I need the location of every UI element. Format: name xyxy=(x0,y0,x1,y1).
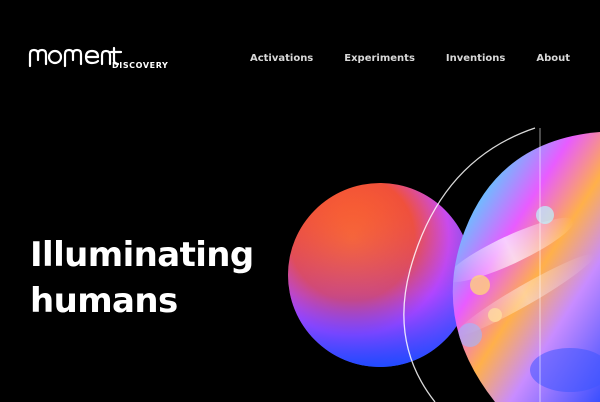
hero-orb-illustration xyxy=(288,127,600,402)
nav-item-activations[interactable]: Activations xyxy=(250,53,313,64)
nav-item-experiments[interactable]: Experiments xyxy=(344,53,415,64)
headline-line-1: Illuminating xyxy=(30,235,254,275)
warm-orb xyxy=(288,183,472,367)
site-header: DISCOVERY Activations Experiments Invent… xyxy=(0,0,600,100)
hero-headline: Illuminating humans xyxy=(30,232,254,324)
headline-line-2: humans xyxy=(30,281,178,321)
brand-logo[interactable]: DISCOVERY xyxy=(28,46,168,76)
nav-item-inventions[interactable]: Inventions xyxy=(446,53,505,64)
nav-item-about[interactable]: About xyxy=(536,53,570,64)
main-nav: Activations Experiments Inventions About xyxy=(250,53,570,64)
moment-wordmark-logo xyxy=(28,46,123,68)
logo-subtitle: DISCOVERY xyxy=(112,61,169,70)
